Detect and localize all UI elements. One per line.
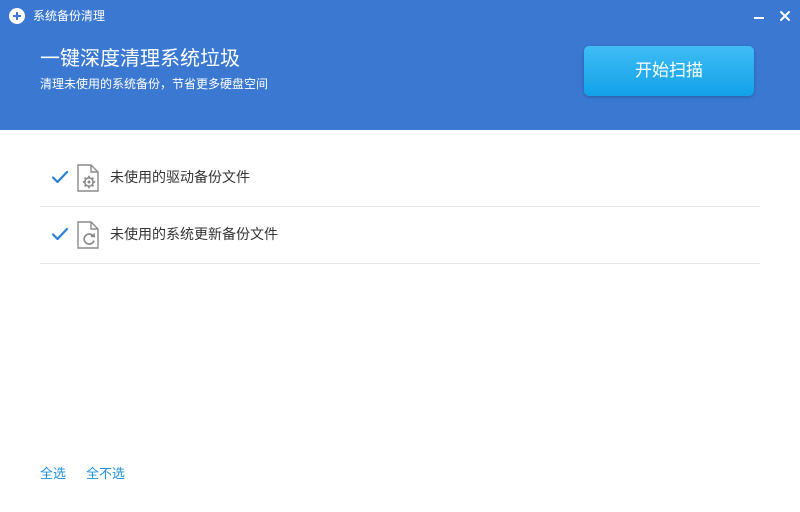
driver-gear-file-icon: [76, 164, 100, 192]
update-refresh-file-icon: [76, 221, 100, 249]
list-item-driver-backup[interactable]: 未使用的驱动备份文件: [40, 150, 760, 207]
page-subtitle: 清理未使用的系统备份，节省更多硬盘空间: [40, 77, 269, 91]
update-backup-label: 未使用的系统更新备份文件: [110, 227, 278, 243]
cleanup-item-list: 未使用的驱动备份文件 未使用的系统更新备份文件: [40, 150, 760, 264]
window-title: 系统备份清理: [33, 9, 106, 23]
start-scan-button[interactable]: 开始扫描: [584, 46, 754, 96]
list-item-update-backup[interactable]: 未使用的系统更新备份文件: [40, 207, 760, 264]
driver-backup-label: 未使用的驱动备份文件: [110, 170, 250, 186]
checkmark-icon: [51, 170, 69, 184]
minimize-icon: [754, 17, 764, 19]
header-banner: 系统备份清理 一键深度清理系统垃圾 清理未使用的系统备份，节省更多硬盘空间 开始…: [0, 0, 800, 130]
close-button[interactable]: [775, 6, 795, 26]
select-all-link[interactable]: 全选: [40, 467, 66, 483]
select-none-link[interactable]: 全不选: [86, 467, 125, 483]
close-icon: [780, 11, 790, 21]
app-window: 系统备份清理 一键深度清理系统垃圾 清理未使用的系统备份，节省更多硬盘空间 开始…: [0, 0, 800, 512]
page-title: 一键深度清理系统垃圾: [40, 46, 240, 70]
title-bar[interactable]: 系统备份清理: [0, 0, 800, 32]
plus-circle-icon: [9, 8, 25, 24]
driver-backup-checkbox[interactable]: [51, 168, 69, 186]
update-backup-checkbox[interactable]: [51, 225, 69, 243]
checkmark-icon: [51, 227, 69, 241]
minimize-button[interactable]: [749, 6, 769, 26]
